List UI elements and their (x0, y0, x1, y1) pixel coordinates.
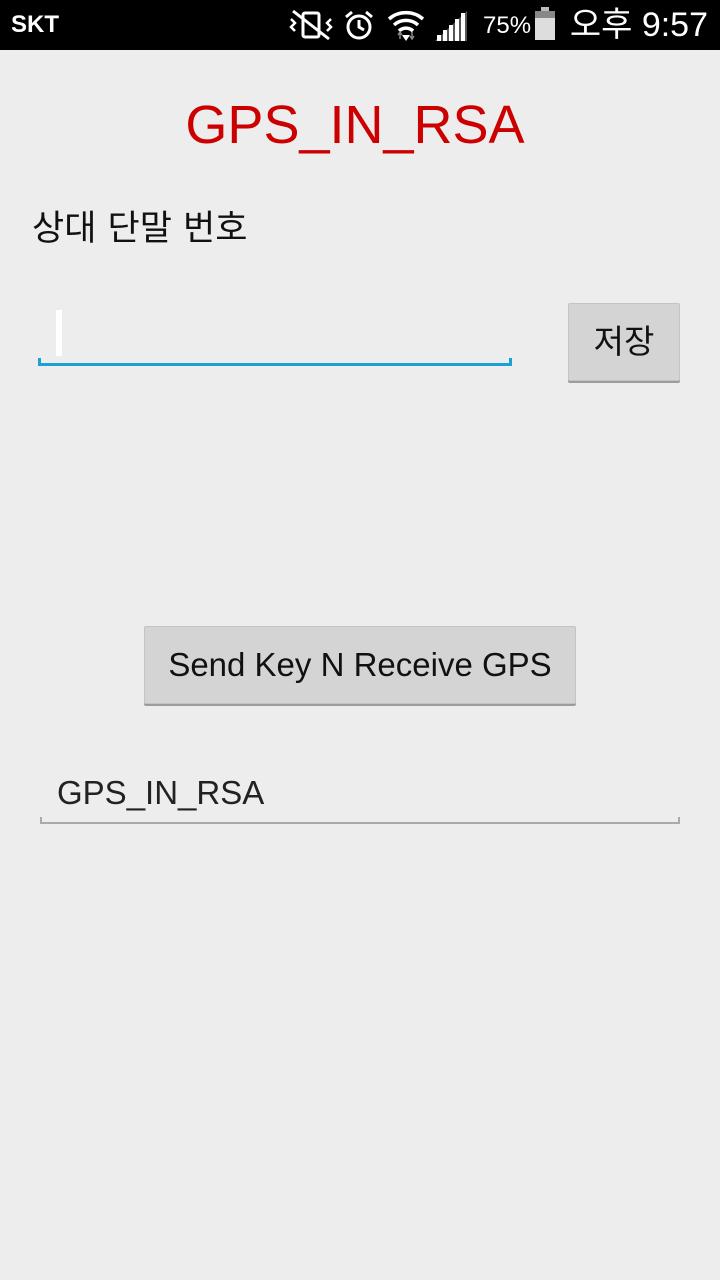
signal-icon (433, 9, 469, 41)
result-underline (40, 817, 680, 824)
save-button[interactable]: 저장 (568, 303, 680, 381)
result-text: GPS_IN_RSA (57, 774, 265, 811)
battery-percent: 75% (483, 12, 532, 39)
wifi-icon (387, 9, 425, 41)
text-cursor (56, 310, 62, 356)
app-title: GPS_IN_RSA (185, 95, 525, 155)
send-key-receive-gps-button[interactable]: Send Key N Receive GPS (144, 626, 576, 704)
phone-number-input[interactable] (38, 300, 512, 366)
alarm-icon (343, 9, 375, 41)
carrier-label: SKT (11, 11, 59, 38)
input-underline (38, 358, 512, 366)
clock: 오후 9:57 (569, 6, 708, 44)
battery-icon (534, 7, 556, 40)
phone-number-label: 상대 단말 번호 (32, 209, 248, 249)
result-field[interactable]: GPS_IN_RSA (40, 762, 680, 824)
vibrate-mute-icon (287, 9, 335, 41)
status-bar: SKT 75% 오후 9:57 (0, 0, 720, 50)
